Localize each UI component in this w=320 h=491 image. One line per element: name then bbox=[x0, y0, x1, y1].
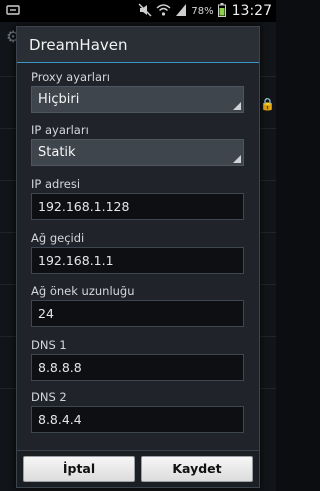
ip-settings-select[interactable]: Statik bbox=[31, 139, 244, 166]
ip-settings-value: Statik bbox=[38, 145, 76, 160]
save-button[interactable]: Kaydet bbox=[141, 456, 253, 482]
ip-address-field[interactable]: 192.168.1.128 bbox=[31, 193, 244, 220]
battery-icon bbox=[217, 2, 226, 20]
battery-percent: 78% bbox=[191, 5, 214, 17]
dns2-label: DNS 2 bbox=[31, 390, 67, 404]
dialog-button-bar: İptal Kaydet bbox=[17, 450, 259, 487]
gateway-field[interactable]: 192.168.1.1 bbox=[31, 247, 244, 274]
status-bar: 78% 13:27 bbox=[0, 0, 276, 22]
dns2-field[interactable]: 8.8.4.4 bbox=[31, 406, 244, 433]
dialog-title: DreamHaven bbox=[17, 27, 259, 63]
proxy-value: Hiçbiri bbox=[38, 92, 80, 107]
ip-settings-label: IP ayarları bbox=[31, 123, 89, 137]
background-edge-left: ⚙ bbox=[0, 22, 16, 491]
prefix-length-field[interactable]: 24 bbox=[31, 300, 244, 327]
wifi-icon bbox=[156, 3, 171, 20]
proxy-label: Proxy ayarları bbox=[31, 70, 110, 84]
cancel-button[interactable]: İptal bbox=[23, 456, 135, 482]
signal-icon bbox=[175, 3, 187, 20]
ip-address-label: IP adresi bbox=[31, 177, 81, 191]
background-edge-right: 🔒 bbox=[260, 22, 276, 491]
clock: 13:27 bbox=[231, 3, 272, 19]
prefix-length-label: Ağ önek uzunluğu bbox=[31, 284, 135, 298]
dropdown-arrow-icon bbox=[233, 102, 241, 110]
dns1-label: DNS 1 bbox=[31, 338, 67, 352]
settings-icon: ⚙ bbox=[6, 27, 16, 46]
lock-icon: 🔒 bbox=[260, 97, 275, 111]
wifi-network-dialog: DreamHaven Proxy ayarları Hiçbiri IP aya… bbox=[16, 26, 260, 488]
mute-icon bbox=[138, 3, 152, 20]
dns1-field[interactable]: 8.8.8.8 bbox=[31, 354, 244, 381]
gateway-label: Ağ geçidi bbox=[31, 231, 85, 245]
notification-icon bbox=[6, 3, 20, 20]
dropdown-arrow-icon bbox=[233, 155, 241, 163]
proxy-select[interactable]: Hiçbiri bbox=[31, 86, 244, 113]
